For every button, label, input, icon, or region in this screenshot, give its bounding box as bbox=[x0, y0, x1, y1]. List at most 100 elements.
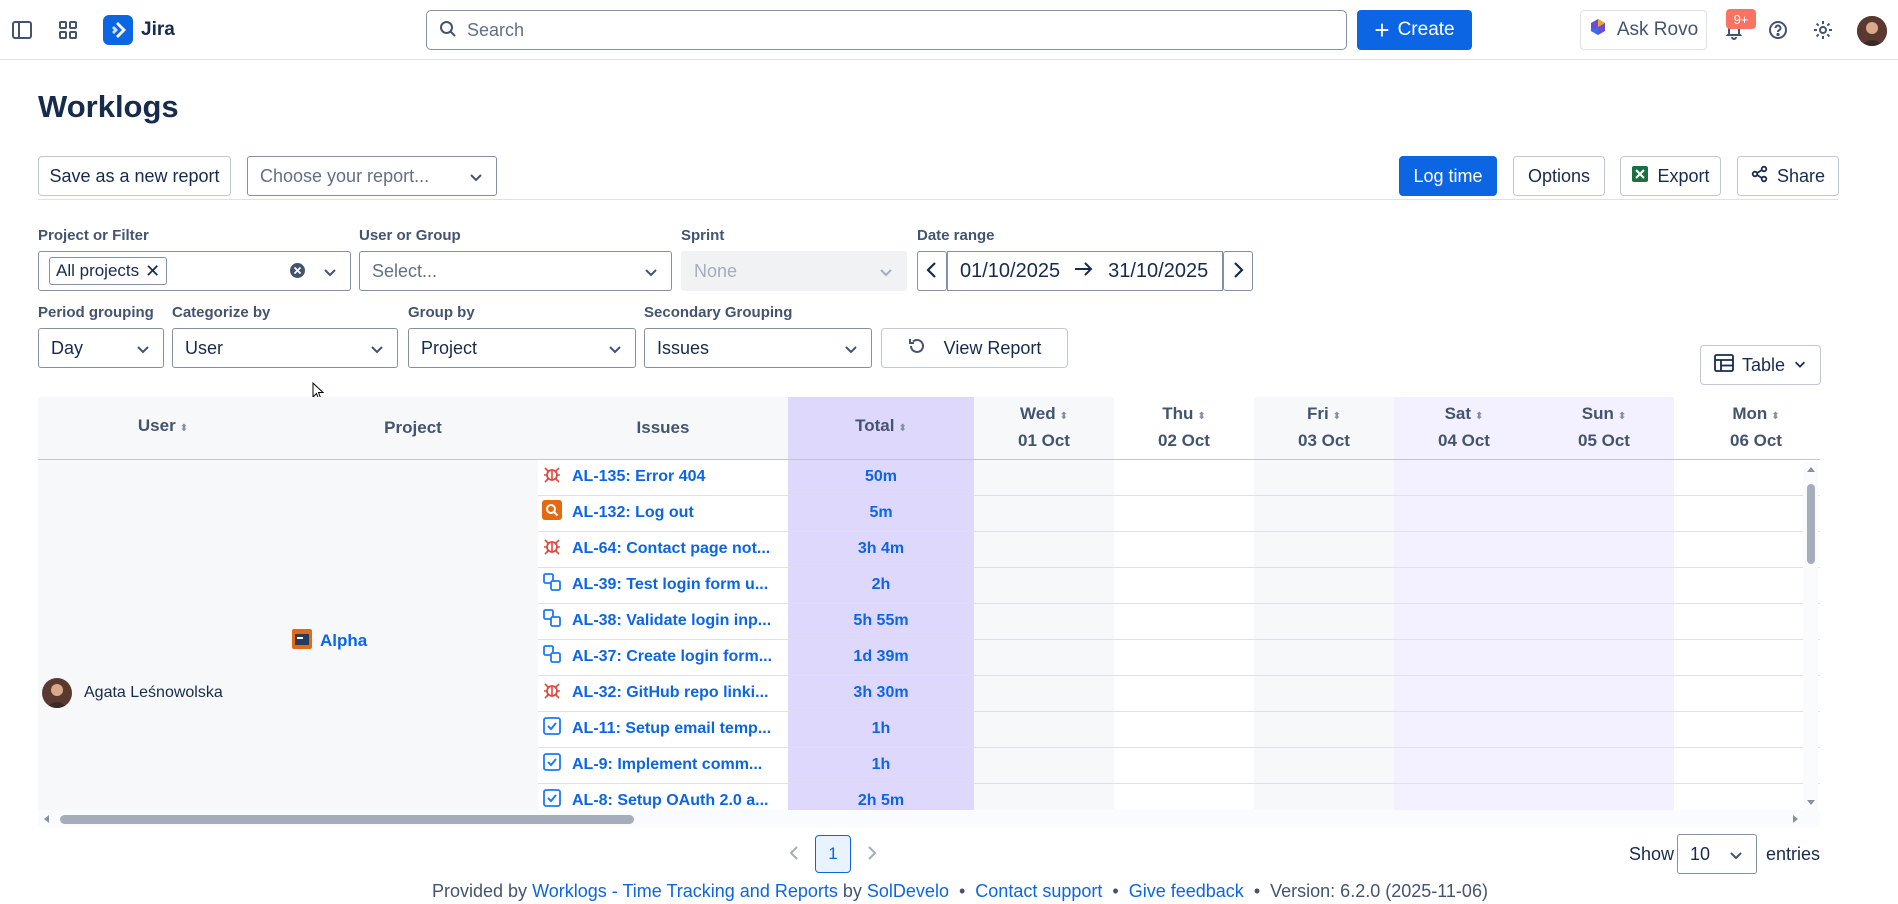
day-cell[interactable] bbox=[1674, 567, 1820, 604]
issue-link[interactable]: AL-135: Error 404 bbox=[572, 468, 705, 485]
day-cell[interactable] bbox=[1674, 747, 1820, 784]
day-cell[interactable] bbox=[1674, 711, 1820, 748]
period-grouping-select[interactable]: Day bbox=[38, 328, 164, 368]
day-cell[interactable] bbox=[974, 603, 1114, 640]
day-cell[interactable] bbox=[1674, 783, 1820, 810]
day-cell[interactable] bbox=[974, 531, 1114, 568]
day-cell[interactable] bbox=[1534, 495, 1674, 532]
date-range-field[interactable]: 01/10/2025 31/10/2025 bbox=[947, 251, 1223, 291]
day-cell[interactable] bbox=[974, 459, 1114, 496]
issue-link[interactable]: AL-132: Log out bbox=[572, 504, 694, 521]
day-cell[interactable] bbox=[1254, 567, 1394, 604]
categorize-by-select[interactable]: User bbox=[172, 328, 398, 368]
app-link[interactable]: Worklogs - Time Tracking and Reports bbox=[532, 881, 838, 901]
project-link[interactable]: Alpha bbox=[320, 631, 367, 651]
search-bar[interactable] bbox=[426, 10, 1347, 50]
choose-report-select[interactable]: Choose your report... bbox=[247, 156, 497, 196]
help-icon[interactable] bbox=[1764, 16, 1792, 44]
sidebar-toggle-icon[interactable] bbox=[8, 16, 36, 44]
day-cell[interactable] bbox=[1674, 495, 1820, 532]
total-column-header[interactable]: Total ⬍ bbox=[788, 397, 974, 460]
project-chip[interactable]: All projects ✕ bbox=[49, 257, 168, 285]
day-cell[interactable] bbox=[1534, 675, 1674, 712]
contact-support-link[interactable]: Contact support bbox=[975, 881, 1102, 901]
day-cell[interactable] bbox=[1254, 459, 1394, 496]
day-cell[interactable] bbox=[974, 639, 1114, 676]
remove-chip-icon[interactable]: ✕ bbox=[145, 261, 160, 282]
sort-icon[interactable]: ⬍ bbox=[1197, 411, 1205, 422]
give-feedback-link[interactable]: Give feedback bbox=[1129, 881, 1244, 901]
sort-icon[interactable]: ⬍ bbox=[898, 423, 906, 434]
day-cell[interactable] bbox=[1114, 495, 1254, 532]
day-cell[interactable] bbox=[1254, 747, 1394, 784]
jira-logo-icon[interactable] bbox=[103, 15, 133, 45]
settings-gear-icon[interactable] bbox=[1809, 16, 1837, 44]
options-button[interactable]: Options bbox=[1513, 156, 1605, 196]
log-time-button[interactable]: Log time bbox=[1399, 156, 1497, 196]
issue-link[interactable]: AL-38: Validate login inp... bbox=[572, 612, 771, 629]
vendor-link[interactable]: SolDevelo bbox=[867, 881, 949, 901]
day-cell[interactable] bbox=[974, 711, 1114, 748]
day-cell[interactable] bbox=[1674, 459, 1820, 496]
issue-link[interactable]: AL-32: GitHub repo linki... bbox=[572, 684, 768, 701]
day-cell[interactable] bbox=[1114, 711, 1254, 748]
user-filter-select[interactable]: Select... bbox=[359, 251, 672, 291]
sort-icon[interactable]: ⬍ bbox=[1771, 411, 1779, 422]
day-cell[interactable] bbox=[1114, 675, 1254, 712]
day-column-header[interactable]: Mon ⬍ 06 Oct bbox=[1674, 397, 1820, 460]
clear-icon[interactable] bbox=[289, 262, 306, 284]
save-report-button[interactable]: Save as a new report bbox=[38, 156, 231, 196]
day-cell[interactable] bbox=[1674, 675, 1820, 712]
sort-icon[interactable]: ⬍ bbox=[1618, 411, 1626, 422]
day-cell[interactable] bbox=[1394, 639, 1534, 676]
date-from[interactable]: 01/10/2025 bbox=[960, 260, 1060, 283]
issue-link[interactable]: AL-9: Implement comm... bbox=[572, 756, 762, 773]
day-cell[interactable] bbox=[1534, 639, 1674, 676]
day-cell[interactable] bbox=[1534, 603, 1674, 640]
day-cell[interactable] bbox=[1114, 603, 1254, 640]
previous-page-icon[interactable] bbox=[788, 845, 800, 864]
day-cell[interactable] bbox=[1394, 711, 1534, 748]
view-report-button[interactable]: View Report bbox=[881, 328, 1068, 368]
day-cell[interactable] bbox=[1114, 639, 1254, 676]
issue-link[interactable]: AL-37: Create login form... bbox=[572, 648, 772, 665]
day-cell[interactable] bbox=[1394, 567, 1534, 604]
worklog-table-container[interactable]: User ⬍ Project Issues Total ⬍ Wed ⬍ 01 Oct T… bbox=[38, 397, 1820, 810]
day-cell[interactable] bbox=[1534, 747, 1674, 784]
user-avatar[interactable] bbox=[1857, 16, 1887, 46]
day-cell[interactable] bbox=[1114, 747, 1254, 784]
entries-per-page-select[interactable]: 10 bbox=[1677, 834, 1757, 874]
day-column-header[interactable]: Thu ⬍ 02 Oct bbox=[1114, 397, 1254, 460]
day-column-header[interactable]: Sun ⬍ 05 Oct bbox=[1534, 397, 1674, 460]
secondary-grouping-select[interactable]: Issues bbox=[644, 328, 872, 368]
day-cell[interactable] bbox=[1394, 459, 1534, 496]
next-date-button[interactable] bbox=[1223, 251, 1253, 291]
day-cell[interactable] bbox=[1114, 567, 1254, 604]
vertical-scrollbar[interactable] bbox=[1803, 462, 1818, 810]
view-mode-select[interactable]: Table bbox=[1700, 345, 1821, 385]
day-column-header[interactable]: Sat ⬍ 04 Oct bbox=[1394, 397, 1534, 460]
share-button[interactable]: Share bbox=[1737, 156, 1839, 196]
app-switcher-icon[interactable] bbox=[54, 16, 82, 44]
day-cell[interactable] bbox=[1254, 531, 1394, 568]
sort-icon[interactable]: ⬍ bbox=[1333, 411, 1341, 422]
day-cell[interactable] bbox=[1394, 783, 1534, 810]
day-cell[interactable] bbox=[1114, 531, 1254, 568]
day-cell[interactable] bbox=[1534, 783, 1674, 810]
user-column-header[interactable]: User ⬍ bbox=[38, 397, 288, 460]
day-cell[interactable] bbox=[1674, 603, 1820, 640]
page-number-button[interactable]: 1 bbox=[815, 835, 851, 873]
day-cell[interactable] bbox=[974, 675, 1114, 712]
horizontal-scrollbar-thumb[interactable] bbox=[60, 815, 634, 824]
day-cell[interactable] bbox=[1254, 783, 1394, 810]
day-cell[interactable] bbox=[1254, 603, 1394, 640]
issue-link[interactable]: AL-11: Setup email temp... bbox=[572, 720, 771, 737]
day-cell[interactable] bbox=[1674, 639, 1820, 676]
day-cell[interactable] bbox=[1394, 603, 1534, 640]
app-name[interactable]: Jira bbox=[141, 19, 175, 41]
ask-rovo-button[interactable]: Ask Rovo bbox=[1580, 10, 1707, 50]
horizontal-scrollbar[interactable] bbox=[38, 810, 1820, 827]
day-cell[interactable] bbox=[1114, 459, 1254, 496]
day-cell[interactable] bbox=[1254, 495, 1394, 532]
issue-link[interactable]: AL-8: Setup OAuth 2.0 a... bbox=[572, 792, 768, 809]
